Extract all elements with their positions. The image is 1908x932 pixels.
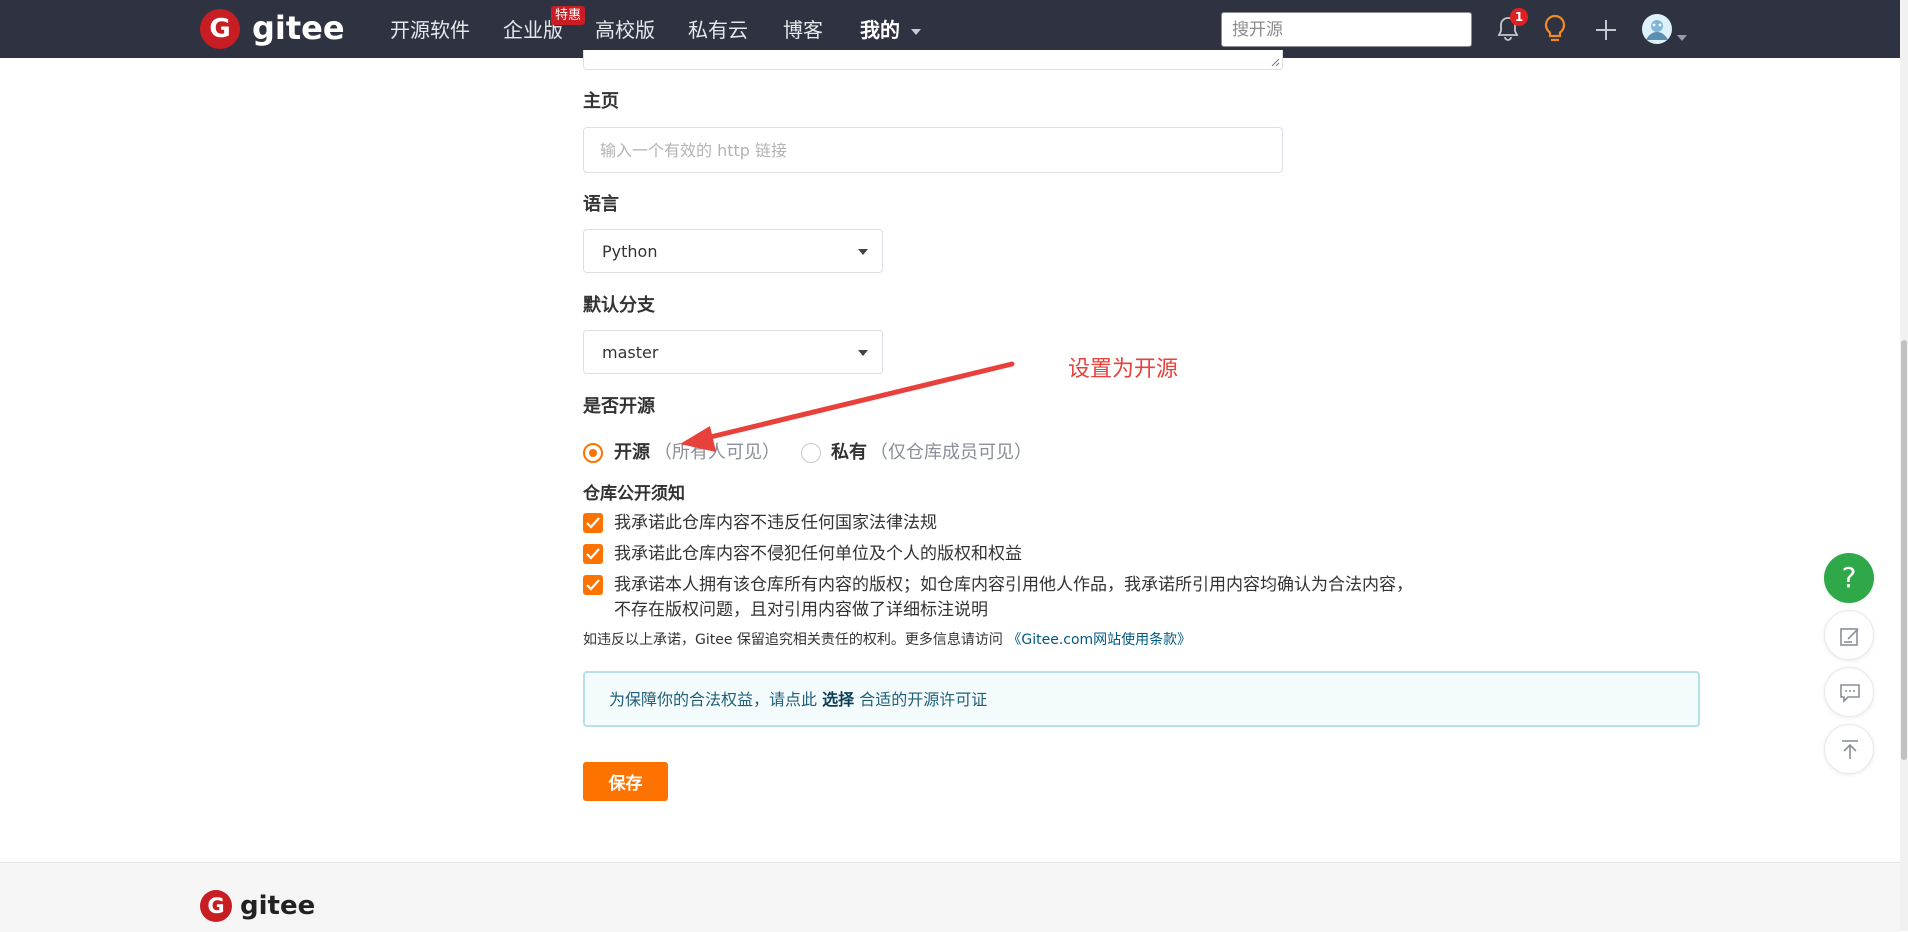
description-textarea-bottom[interactable] <box>583 50 1283 70</box>
save-button[interactable]: 保存 <box>583 762 668 801</box>
help-button[interactable]: ? <box>1824 553 1874 603</box>
pledge-text-3-continued: 不存在版权问题，且对引用内容做了详细标注说明 <box>614 600 988 620</box>
language-select[interactable]: Python <box>583 229 883 273</box>
license-info-text: 为保障你的合法权益，请点此 选择 合适的开源许可证 <box>609 689 987 711</box>
public-radio[interactable] <box>583 443 603 463</box>
nav-mine[interactable]: 我的 <box>860 16 921 44</box>
default-branch-label: 默认分支 <box>583 295 655 316</box>
footer-gitee-logo-text[interactable]: gitee <box>240 890 315 922</box>
nav-open-source[interactable]: 开源软件 <box>390 16 470 44</box>
pledge-text-3: 我承诺本人拥有该仓库所有内容的版权；如仓库内容引用他人作品，我承诺所引用内容均确… <box>614 575 1413 595</box>
arrow-up-icon <box>1842 740 1858 759</box>
branch-value: master <box>602 343 659 362</box>
back-to-top-button[interactable] <box>1824 724 1874 774</box>
nav-private-cloud[interactable]: 私有云 <box>688 16 748 44</box>
avatar[interactable] <box>1641 13 1673 49</box>
pledge-checkbox-3[interactable] <box>583 575 603 595</box>
terms-note-text: 如违反以上承诺，Gitee 保留追究相关责任的权利。更多信息请访问 <box>583 632 1003 648</box>
enterprise-promo-badge: 特惠 <box>551 6 586 25</box>
pledge-checkbox-2[interactable] <box>583 544 603 564</box>
nav-education[interactable]: 高校版 <box>595 16 655 44</box>
homepage-label: 主页 <box>583 91 619 112</box>
nav-mine-label: 我的 <box>860 18 900 42</box>
annotation-text: 设置为开源 <box>1068 357 1179 382</box>
choose-license-link[interactable]: 选择 <box>822 690 854 709</box>
terms-link[interactable]: 《Gitee.com网站使用条款》 <box>1007 632 1191 648</box>
scrollbar-thumb[interactable] <box>1901 340 1907 760</box>
checkmark-icon <box>586 548 600 560</box>
license-info-box: 为保障你的合法权益，请点此 选择 合适的开源许可证 <box>583 671 1700 727</box>
footer: G gitee <box>0 862 1900 932</box>
pledge-text-2: 我承诺此仓库内容不侵犯任何单位及个人的版权和权益 <box>614 544 1022 564</box>
checkmark-icon <box>586 517 600 529</box>
chevron-down-icon[interactable] <box>1677 26 1687 45</box>
public-notice-title: 仓库公开须知 <box>583 484 685 504</box>
terms-note: 如违反以上承诺，Gitee 保留追究相关责任的权利。更多信息请访问 《Gitee… <box>583 630 1191 650</box>
language-value: Python <box>602 242 658 261</box>
annotation-arrow-icon <box>680 361 1015 452</box>
pledge-checkbox-1[interactable] <box>583 513 603 533</box>
lightbulb-icon[interactable] <box>1543 14 1567 48</box>
feedback-button[interactable] <box>1824 610 1874 660</box>
caret-down-icon <box>858 350 868 356</box>
comment-button[interactable] <box>1824 667 1874 717</box>
edit-note-icon <box>1840 628 1859 646</box>
license-suffix: 合适的开源许可证 <box>859 690 988 709</box>
search-input[interactable] <box>1221 12 1472 47</box>
homepage-input[interactable] <box>583 127 1283 173</box>
resize-handle-icon[interactable] <box>1270 57 1280 67</box>
plus-icon[interactable] <box>1594 18 1618 46</box>
language-label: 语言 <box>583 194 619 215</box>
notification-count-badge: 1 <box>1510 8 1528 26</box>
chevron-down-icon <box>910 28 921 35</box>
visibility-label: 是否开源 <box>583 396 655 417</box>
caret-down-icon <box>858 249 868 255</box>
nav-blog[interactable]: 博客 <box>783 16 823 44</box>
license-prefix: 为保障你的合法权益，请点此 <box>609 690 818 709</box>
gitee-logo-icon[interactable]: G <box>200 9 240 49</box>
pledge-text-1: 我承诺此仓库内容不违反任何国家法律法规 <box>614 513 937 533</box>
footer-gitee-logo-icon[interactable]: G <box>200 890 232 922</box>
checkmark-icon <box>586 579 600 591</box>
comment-icon <box>1840 684 1860 703</box>
gitee-logo-text[interactable]: gitee <box>252 8 345 48</box>
public-radio-label[interactable]: 开源 <box>614 440 650 466</box>
